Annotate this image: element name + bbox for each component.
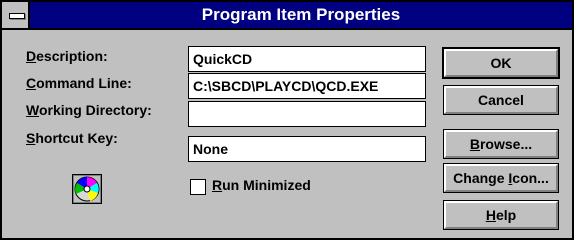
shortcut-key-label-hotkey: S (26, 130, 36, 146)
change-icon-button[interactable]: Change Icon... (444, 164, 558, 192)
run-minimized-label-suffix: un Minimized (222, 177, 311, 193)
help-button-suffix: elp (495, 207, 517, 223)
change-icon-button-prefix: Change (453, 170, 509, 186)
description-label: Description: (26, 48, 108, 64)
command-line-label-suffix: ommand Line: (36, 75, 132, 91)
help-button[interactable]: Help (444, 201, 558, 229)
cd-disc-icon-graphic (72, 174, 102, 204)
window-title: Program Item Properties (201, 5, 401, 24)
run-minimized-checkbox[interactable] (190, 179, 206, 195)
help-button-hotkey: H (485, 207, 496, 223)
shortcut-key-field[interactable]: None (188, 136, 426, 162)
run-minimized-label-hotkey: R (212, 177, 223, 193)
system-menu-button[interactable] (2, 2, 30, 28)
command-line-field[interactable]: C:\SBCD\PLAYCD\QCD.EXE (188, 73, 426, 99)
browse-button-hotkey: B (469, 136, 480, 152)
cd-disc-icon (72, 174, 102, 204)
system-menu-icon (9, 13, 25, 19)
command-line-label: Command Line: (26, 75, 132, 91)
working-directory-label-suffix: orking Directory: (38, 102, 152, 118)
working-directory-label: Working Directory: (26, 102, 152, 118)
change-icon-button-suffix: con... (512, 170, 549, 186)
shortcut-key-label: Shortcut Key: (26, 130, 118, 146)
description-label-hotkey: D (26, 48, 37, 64)
title-bar: Program Item Properties (2, 2, 572, 30)
browse-button-suffix: rowse... (479, 136, 533, 152)
command-line-label-hotkey: C (26, 75, 37, 91)
program-item-properties-dialog: Program Item Properties Description: Com… (0, 0, 574, 240)
working-directory-label-hotkey: W (26, 102, 39, 118)
description-label-suffix: escription: (36, 48, 108, 64)
browse-button[interactable]: Browse... (444, 130, 558, 158)
shortcut-key-label-suffix: hortcut Key: (35, 130, 118, 146)
run-minimized-label[interactable]: Run Minimized (212, 177, 311, 193)
working-directory-field[interactable] (188, 101, 426, 127)
description-field[interactable]: QuickCD (188, 46, 426, 72)
cancel-button[interactable]: Cancel (444, 86, 558, 114)
ok-button[interactable]: OK (444, 49, 558, 77)
